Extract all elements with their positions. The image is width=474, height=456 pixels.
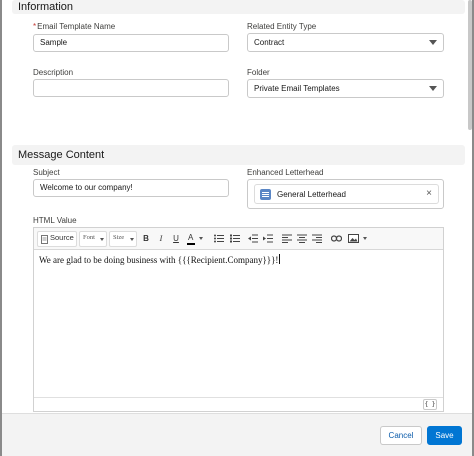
template-name-label: *Email Template Name xyxy=(33,22,115,31)
related-entity-type-label: Related Entity Type xyxy=(247,22,317,31)
color-swatch xyxy=(187,243,195,245)
save-button[interactable]: Save xyxy=(427,426,462,445)
letterhead-label: Enhanced Letterhead xyxy=(247,168,324,177)
source-button[interactable]: Source xyxy=(37,231,77,247)
information-section-title: Information xyxy=(18,1,74,13)
numbered-list-icon[interactable] xyxy=(230,234,240,243)
size-label: Size xyxy=(113,234,125,241)
message-content-section-title: Message Content xyxy=(18,149,105,161)
font-select[interactable]: Font xyxy=(79,231,107,247)
letterhead-pill[interactable]: General Letterhead × xyxy=(254,184,439,204)
bold-button[interactable]: B xyxy=(140,232,152,246)
email-template-modal: Information *Email Template Name Sample … xyxy=(2,0,472,456)
text-color-button[interactable]: A xyxy=(186,232,204,246)
template-name-label-text: Email Template Name xyxy=(37,22,116,31)
cancel-button[interactable]: Cancel xyxy=(380,426,422,445)
image-icon xyxy=(348,234,359,243)
editor-footer: { } xyxy=(34,397,443,411)
insert-image-button[interactable] xyxy=(347,232,369,246)
html-value-label: HTML Value xyxy=(33,216,77,225)
align-center-icon[interactable] xyxy=(297,234,307,243)
chevron-down-icon xyxy=(429,86,437,91)
underline-button[interactable]: U xyxy=(170,232,182,246)
chevron-down-icon xyxy=(199,237,203,240)
folder-value: Private Email Templates xyxy=(254,84,340,93)
close-icon[interactable]: × xyxy=(426,188,432,199)
font-label: Font xyxy=(83,234,95,241)
scrollbar[interactable] xyxy=(468,0,472,130)
description-input[interactable] xyxy=(33,79,229,97)
html-editor[interactable]: Source Font Size B I U A We are glad to … xyxy=(33,227,444,412)
bulleted-list-icon[interactable] xyxy=(214,234,224,243)
document-icon xyxy=(41,235,48,244)
letterhead-value: General Letterhead xyxy=(277,190,346,199)
message-content-section-header: Message Content xyxy=(12,145,465,165)
description-label: Description xyxy=(33,68,74,77)
chevron-down-icon xyxy=(130,238,134,241)
text-cursor xyxy=(279,254,281,264)
chevron-down-icon xyxy=(100,238,104,241)
information-section-header: Information xyxy=(12,0,465,14)
related-entity-type-select[interactable]: Contract xyxy=(247,33,444,52)
outdent-icon[interactable] xyxy=(248,234,258,243)
source-label: Source xyxy=(50,233,74,242)
size-select[interactable]: Size xyxy=(109,231,137,247)
required-marker: * xyxy=(33,22,37,31)
folder-label: Folder xyxy=(247,68,270,77)
modal-footer: Cancel Save xyxy=(2,413,472,456)
align-right-icon[interactable] xyxy=(312,234,322,243)
indent-icon[interactable] xyxy=(263,234,273,243)
subject-label: Subject xyxy=(33,168,60,177)
letterhead-icon xyxy=(260,189,271,200)
chevron-down-icon xyxy=(429,40,437,45)
subject-input[interactable]: Welcome to our company! xyxy=(33,179,229,197)
related-entity-type-value: Contract xyxy=(254,38,285,47)
folder-select[interactable]: Private Email Templates xyxy=(247,79,444,98)
align-left-icon[interactable] xyxy=(282,234,292,243)
insert-merge-field-button[interactable]: { } xyxy=(423,399,437,410)
template-name-input[interactable]: Sample xyxy=(33,34,229,52)
editor-content[interactable]: We are glad to be doing business with {{… xyxy=(39,254,281,265)
editor-text: We are glad to be doing business with {{… xyxy=(39,255,279,265)
italic-button[interactable]: I xyxy=(155,232,167,246)
link-icon[interactable] xyxy=(331,235,342,242)
editor-toolbar: Source Font Size B I U A xyxy=(34,228,443,250)
chevron-down-icon xyxy=(363,237,367,240)
